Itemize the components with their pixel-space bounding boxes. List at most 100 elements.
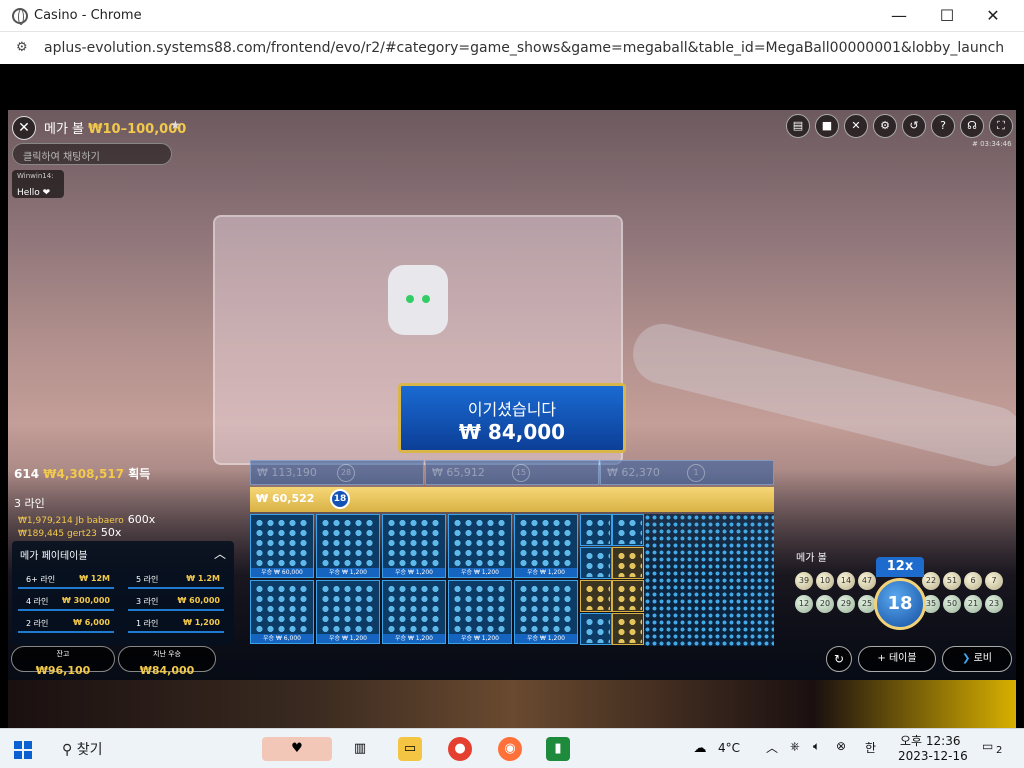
chart-app-icon[interactable]: ▮ bbox=[546, 737, 570, 761]
chat-message: Winwin14: Hello ❤ bbox=[12, 170, 64, 198]
card-prize: 우승 ₩ 1,200 bbox=[515, 568, 577, 577]
bingo-card[interactable]: 우승 ₩ 1,200 bbox=[514, 580, 578, 644]
mega-ball: 18 bbox=[874, 578, 926, 630]
mini-card[interactable] bbox=[612, 547, 644, 579]
game-name: 메가 볼 bbox=[44, 122, 85, 137]
chevron-up-icon[interactable]: ︿ bbox=[214, 545, 226, 562]
chat-input[interactable]: 클릭하여 채팅하기 bbox=[12, 143, 172, 165]
settings-icon[interactable]: ⚙ bbox=[873, 114, 897, 138]
mini-card[interactable] bbox=[612, 514, 644, 546]
ime-indicator[interactable]: 한 bbox=[865, 739, 876, 756]
bingo-card[interactable]: 우승 ₩ 1,200 bbox=[316, 514, 380, 578]
maximize-button[interactable]: ☐ bbox=[924, 0, 970, 32]
title-bar: Casino - Chrome — ☐ ✕ bbox=[0, 0, 1024, 32]
bingo-card[interactable]: 우승 ₩ 1,200 bbox=[514, 514, 578, 578]
support-icon[interactable]: ☊ bbox=[960, 114, 984, 138]
bingo-card[interactable]: 우승 ₩ 1,200 bbox=[448, 514, 512, 578]
mini-card[interactable] bbox=[580, 613, 612, 645]
bingo-card[interactable]: 우승 ₩ 1,200 bbox=[448, 580, 512, 644]
drawn-ball: 22 bbox=[922, 572, 940, 590]
chat-icon[interactable]: ▤ bbox=[786, 114, 810, 138]
strip-card[interactable]: ₩ 65,912 15 bbox=[425, 460, 599, 485]
windows-start-icon[interactable] bbox=[14, 741, 32, 759]
mini-card[interactable] bbox=[580, 580, 612, 612]
card-prize: 우승 ₩ 1,200 bbox=[515, 634, 577, 643]
history-icon[interactable]: ↺ bbox=[902, 114, 926, 138]
lobby-button-label: 로비 bbox=[973, 653, 992, 664]
site-settings-icon[interactable]: ⚙ bbox=[16, 40, 32, 56]
paytable-label: 6+ 라인 bbox=[26, 575, 56, 584]
video-icon[interactable]: ■ bbox=[815, 114, 839, 138]
volume-icon[interactable]: 🔈︎ bbox=[813, 739, 820, 754]
mini-card[interactable] bbox=[612, 580, 644, 612]
winners-total: ₩4,308,517 bbox=[43, 467, 125, 481]
drawn-ball: 39 bbox=[795, 572, 813, 590]
paytable-label: 5 라인 bbox=[136, 575, 159, 584]
task-view-icon[interactable]: ▥ bbox=[348, 737, 372, 761]
paytable-label: 3 라인 bbox=[136, 597, 159, 606]
taskbar-search-label: 찾기 bbox=[76, 742, 103, 758]
card-strip: ₩ 113,190 28 ₩ 65,912 15 ₩ 62,370 1 bbox=[250, 460, 774, 485]
firefox-icon[interactable]: ◉ bbox=[498, 737, 522, 761]
lobby-button[interactable]: ❯ 로비 bbox=[942, 646, 1012, 672]
paytable-label: 1 라인 bbox=[136, 619, 159, 628]
network-icon[interactable]: ⎈ bbox=[790, 739, 800, 754]
strip-card[interactable]: ₩ 62,370 1 bbox=[600, 460, 774, 485]
fullscreen-icon[interactable]: ⛶ bbox=[989, 114, 1013, 138]
bingo-card[interactable]: 우승 ₩ 1,200 bbox=[316, 580, 380, 644]
mini-card[interactable] bbox=[612, 613, 644, 645]
winner-mult: 50x bbox=[100, 526, 122, 539]
favorite-icon[interactable]: ★ bbox=[170, 118, 181, 132]
drawn-ball: 29 bbox=[837, 595, 855, 613]
repeat-button[interactable]: ↻ bbox=[826, 646, 852, 672]
file-explorer-icon[interactable]: ▭ bbox=[398, 737, 422, 761]
last-win-value: ₩84,000 bbox=[139, 664, 195, 677]
chrome-icon[interactable]: ● bbox=[448, 737, 472, 761]
help-icon[interactable]: ? bbox=[931, 114, 955, 138]
drawn-ball: 20 bbox=[816, 595, 834, 613]
chevron-right-icon: ❯ bbox=[962, 653, 974, 664]
card-prize: 우승 ₩ 1,200 bbox=[449, 634, 511, 643]
bingo-card-grid: 우승 ₩ 60,000 우승 ₩ 1,200 우승 ₩ 1,200 우승 ₩ 1… bbox=[250, 514, 774, 646]
lines-title: 3 라인 bbox=[14, 497, 45, 510]
bingo-card[interactable]: 우승 ₩ 1,200 bbox=[382, 580, 446, 644]
mini-card[interactable] bbox=[580, 514, 612, 546]
bingo-card[interactable]: 우승 ₩ 1,200 bbox=[382, 514, 446, 578]
card-prize: 우승 ₩ 1,200 bbox=[383, 568, 445, 577]
mic-icon[interactable]: ⊗ bbox=[836, 739, 846, 753]
strip-card-ball: 15 bbox=[512, 464, 530, 482]
bingo-card[interactable]: 우승 ₩ 6,000 bbox=[250, 580, 314, 644]
clock-date[interactable]: 2023-12-16 bbox=[898, 749, 968, 763]
minimize-button[interactable]: — bbox=[876, 0, 922, 32]
url-text[interactable]: aplus-evolution.systems88.com/frontend/e… bbox=[44, 40, 1004, 56]
card-prize: 우승 ₩ 6,000 bbox=[251, 634, 313, 643]
close-game-button[interactable]: ✕ bbox=[12, 116, 36, 140]
browser-window: Casino - Chrome — ☐ ✕ ⚙ aplus-evolution.… bbox=[0, 0, 1024, 728]
card-prize: 우승 ₩ 60,000 bbox=[251, 568, 313, 577]
mini-card[interactable] bbox=[580, 547, 612, 579]
clock-time[interactable]: 오후 12:36 bbox=[900, 732, 960, 749]
winners-summary: 614 ₩4,308,517 획득 bbox=[14, 465, 150, 482]
paytable-cell: 6+ 라인 ₩ 12M bbox=[18, 571, 114, 589]
bingo-card[interactable]: 우승 ₩ 60,000 bbox=[250, 514, 314, 578]
weather-temp[interactable]: 4°C bbox=[718, 741, 740, 755]
micro-card-grid[interactable] bbox=[644, 514, 774, 646]
round-timestamp: # 03:34:46 bbox=[972, 140, 1012, 148]
paytable-value: ₩ 12M bbox=[79, 574, 110, 583]
mute-icon[interactable]: ✕ bbox=[844, 114, 868, 138]
taskbar-search[interactable]: ⚲ 찾기 bbox=[62, 739, 102, 759]
balance-label: 잔고 bbox=[56, 650, 70, 658]
weather-icon[interactable]: ☁ bbox=[688, 737, 712, 761]
axolotl-icon[interactable]: ♥ bbox=[262, 737, 332, 761]
notification-icon[interactable]: ▭ bbox=[982, 739, 993, 753]
ball-tube bbox=[626, 317, 1016, 473]
search-icon: ⚲ bbox=[62, 742, 77, 758]
strip-card[interactable]: ₩ 113,190 28 bbox=[250, 460, 424, 485]
close-window-button[interactable]: ✕ bbox=[970, 0, 1016, 32]
table-button[interactable]: + 테이블 bbox=[858, 646, 936, 672]
taskbar: ⚲ 찾기 ♥ ▥ ▭ ● ◉ ▮ ☁ 4°C ︿ ⎈ 🔈︎ ⊗ 한 오후 12:… bbox=[0, 728, 1024, 768]
chevron-up-icon[interactable]: ︿ bbox=[766, 739, 778, 756]
win-banner: 이기셨습니다 ₩ 84,000 bbox=[398, 383, 626, 453]
featured-card[interactable]: ₩ 60,522 18 bbox=[250, 487, 774, 512]
address-bar[interactable]: ⚙ aplus-evolution.systems88.com/frontend… bbox=[0, 32, 1024, 64]
